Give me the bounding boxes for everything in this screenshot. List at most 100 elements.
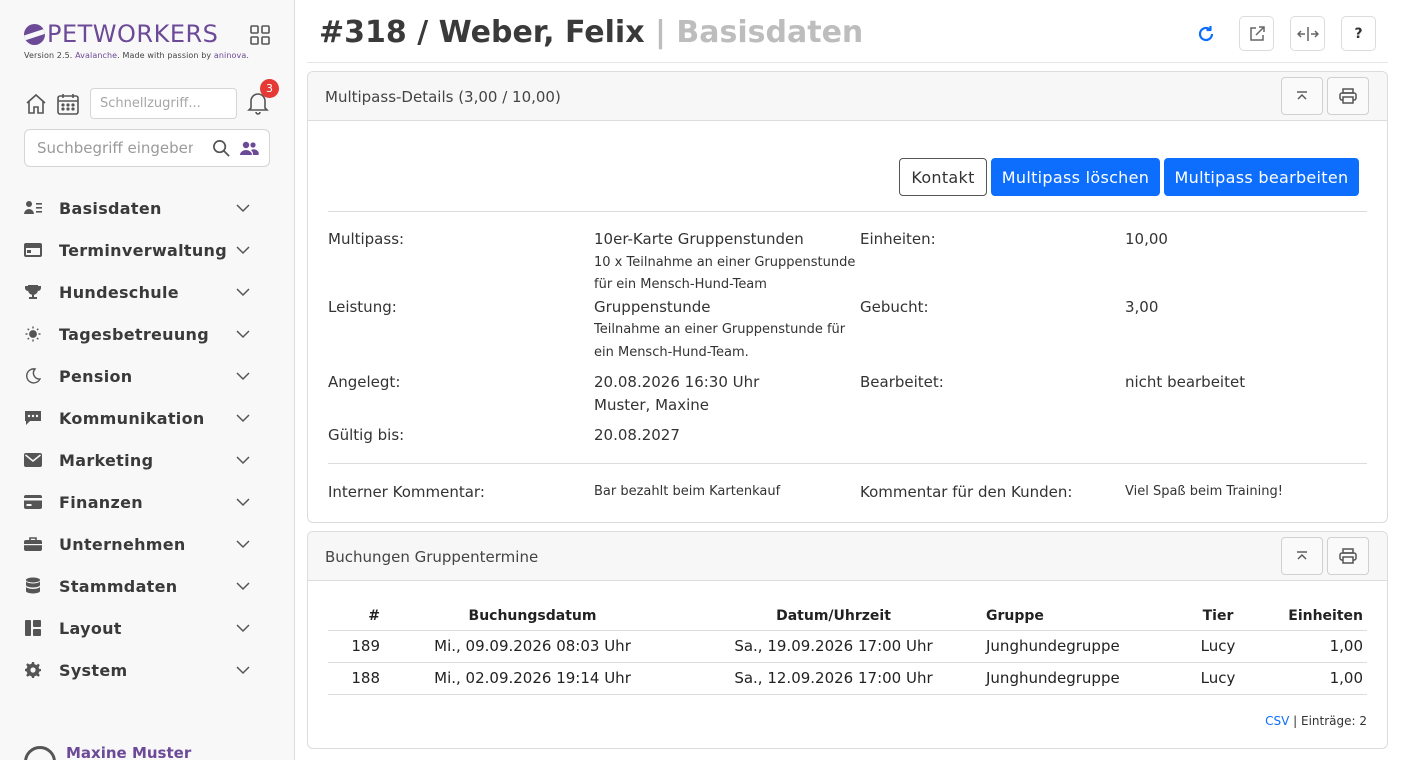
nav-item-basisdaten[interactable]: Basisdaten [24,187,274,229]
refresh-icon [1198,25,1213,41]
refresh-button[interactable] [1188,16,1223,51]
chevron-down-icon[interactable] [236,495,250,509]
edited-value: nicht bearbeitet [1125,373,1246,391]
chevron-down-icon[interactable] [236,327,250,341]
contact-button[interactable]: Kontakt [899,158,987,196]
printer-icon [1339,88,1357,104]
nav-item-label: Stammdaten [59,576,178,596]
chevron-down-icon[interactable] [236,411,250,425]
collapse-button[interactable] [1281,77,1323,115]
service-description: ein Mensch-Hund-Team. [594,345,749,360]
print-button[interactable] [1327,537,1369,575]
sun-icon [24,325,42,343]
chevron-down-icon[interactable] [236,537,250,551]
avatar[interactable] [24,746,56,760]
column-header[interactable]: Buchungsdatum [380,602,685,631]
toggle-width-button[interactable] [1290,16,1325,51]
logo[interactable]: PETWORKERS [24,20,249,48]
multipass-description: für ein Mensch-Hund-Team [594,277,767,292]
search-input[interactable] [25,130,205,166]
arrows-horizontal-icon [1296,26,1319,41]
service-name: Gruppenstunde [594,298,711,316]
chevron-down-icon[interactable] [236,369,250,383]
sidebar: PETWORKERS Version 2.5. Avalanche. Made … [0,0,295,760]
nav-item-tagesbetreuung[interactable]: Tagesbetreuung [24,313,274,355]
chevron-down-icon[interactable] [236,243,250,257]
nav-item-pension[interactable]: Pension [24,355,274,397]
credit-card-icon [24,493,42,511]
collapse-button[interactable] [1281,537,1323,575]
chevron-down-icon[interactable] [236,579,250,593]
nav-item-label: Kommunikation [59,408,205,428]
calendar-icon[interactable] [56,92,80,116]
nav-item-label: Pension [59,366,133,386]
card-title: Buchungen Gruppentermine [325,548,539,566]
quick-access-input[interactable] [90,88,237,119]
nav-item-system[interactable]: System [24,649,274,691]
chevron-down-icon[interactable] [236,663,250,677]
edit-multipass-button[interactable]: Multipass bearbeiten [1164,158,1359,196]
collapse-icon [1297,91,1307,100]
logo-text: PETWORKERS [47,20,219,48]
nav-item-terminverwaltung[interactable]: Terminverwaltung [24,229,274,271]
nav-item-hundeschule[interactable]: Hundeschule [24,271,274,313]
nav-item-unternehmen[interactable]: Unternehmen [24,523,274,565]
service-description: Teilnahme an einer Gruppenstunde für [594,322,846,337]
user-name[interactable]: Maxine Muster [66,744,191,760]
nav-item-stammdaten[interactable]: Stammdaten [24,565,274,607]
table-cell: 1,00 [1264,630,1367,663]
external-link-icon [1249,25,1265,41]
column-header[interactable]: Einheiten [1264,602,1367,631]
table-cell: 188 [328,662,380,695]
table-row[interactable]: 188 Mi., 02.09.2026 19:14 Uhr Sa., 12.09… [328,662,1367,695]
csv-export-link[interactable]: CSV [1265,714,1289,728]
open-external-button[interactable] [1239,16,1274,51]
delete-multipass-button[interactable]: Multipass löschen [991,158,1160,196]
gear-icon [24,661,42,679]
column-header[interactable]: # [328,602,380,631]
chevron-down-icon[interactable] [236,621,250,635]
people-icon[interactable] [239,139,259,158]
column-header[interactable]: Gruppe [982,602,1172,631]
table-cell: Junghundegruppe [982,662,1172,695]
divider [307,62,1388,63]
main-content: #318 / Weber, Felix | Basisdaten ? Multi… [295,0,1416,760]
chevron-down-icon[interactable] [236,453,250,467]
card-header: Buchungen Gruppentermine [308,532,1387,581]
card-header: Multipass-Details (3,00 / 10,00) [308,72,1387,121]
moon-icon [24,367,42,385]
nav-item-marketing[interactable]: Marketing [24,439,274,481]
entries-count: | Einträge: 2 [1289,714,1367,728]
search-icon[interactable] [212,139,231,158]
nav-item-label: Hundeschule [59,282,179,302]
help-button[interactable]: ? [1341,16,1376,51]
notification-badge: 3 [260,79,279,98]
multipass-description: 10 x Teilnahme an einer Gruppenstunde [594,255,856,270]
printer-icon [1339,548,1357,564]
table-cell: Lucy [1172,630,1264,663]
booked-label: Gebucht: [860,298,929,316]
collapse-icon [1297,551,1307,560]
chevron-down-icon[interactable] [236,285,250,299]
brand[interactable]: PETWORKERS Version 2.5. Avalanche. Made … [24,20,249,60]
home-icon[interactable] [24,92,48,116]
bookings-card: Buchungen Gruppentermine # Buchungsdatum… [307,531,1388,749]
nav-item-label: Unternehmen [59,534,186,554]
column-header[interactable]: Tier [1172,602,1264,631]
main-nav: Basisdaten Terminverwaltung Hundeschule Tag… [24,187,274,691]
layout-icon [24,619,42,637]
logo-icon [24,23,45,45]
version-text: Version 2.5. Avalanche. Made with passio… [24,51,250,60]
app-grid-icon[interactable] [250,25,270,45]
internal-comment-value: Bar bezahlt beim Kartenkauf [594,484,781,499]
table-row[interactable]: 189 Mi., 09.09.2026 08:03 Uhr Sa., 19.09… [328,630,1367,663]
table-cell: Lucy [1172,662,1264,695]
nav-item-kommunikation[interactable]: Kommunikation [24,397,274,439]
column-header[interactable]: Datum/Uhrzeit [685,602,982,631]
internal-comment-label: Interner Kommentar: [328,483,485,501]
nav-item-label: Basisdaten [59,198,162,218]
chevron-down-icon[interactable] [236,201,250,215]
nav-item-finanzen[interactable]: Finanzen [24,481,274,523]
nav-item-layout[interactable]: Layout [24,607,274,649]
print-button[interactable] [1327,77,1369,115]
